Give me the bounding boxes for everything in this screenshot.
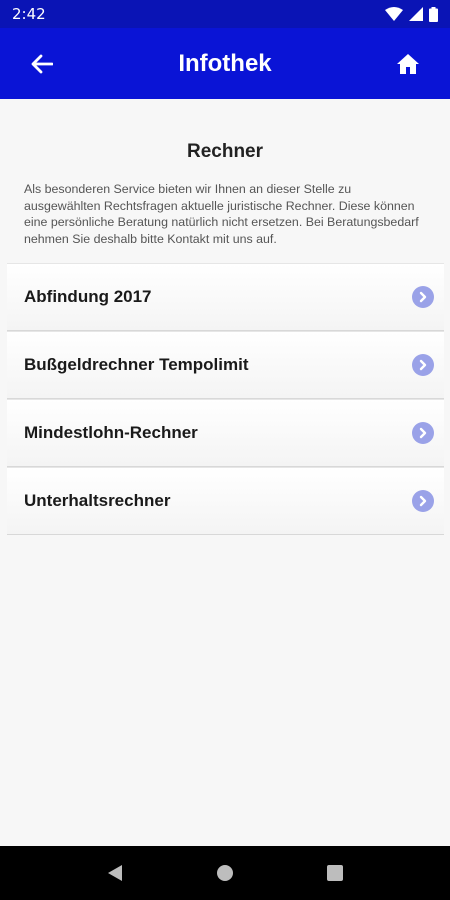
calculator-list: Abfindung 2017 Bußgeldrechner Tempolimit… <box>7 263 444 535</box>
system-nav-bar <box>0 846 450 900</box>
chevron-right-circle-icon <box>412 354 434 376</box>
back-triangle-icon[interactable] <box>106 863 124 883</box>
back-button[interactable] <box>28 50 56 78</box>
intro-text: Als besonderen Service bieten wir Ihnen … <box>24 182 419 246</box>
status-bar: 2:42 <box>0 0 450 28</box>
status-icons <box>385 6 438 22</box>
chevron-right-circle-icon <box>412 490 434 512</box>
list-item-label: Mindestlohn-Rechner <box>24 423 198 442</box>
page-title: Infothek <box>178 49 272 77</box>
list-item-bussgeld[interactable]: Bußgeldrechner Tempolimit <box>7 331 444 399</box>
list-item-label: Bußgeldrechner Tempolimit <box>24 355 249 374</box>
signal-icon <box>409 7 423 21</box>
list-item-label: Unterhaltsrechner <box>24 491 171 510</box>
status-time: 2:42 <box>12 5 46 23</box>
content-area: Rechner Als besonderen Service bieten wi… <box>0 99 450 846</box>
chevron-right-circle-icon <box>412 422 434 444</box>
list-item-mindestlohn[interactable]: Mindestlohn-Rechner <box>7 399 444 467</box>
home-button[interactable] <box>394 50 422 78</box>
list-item-abfindung[interactable]: Abfindung 2017 <box>7 263 444 331</box>
chevron-right-circle-icon <box>412 286 434 308</box>
home-circle-icon[interactable] <box>215 863 235 883</box>
recents-square-icon[interactable] <box>326 864 344 882</box>
wifi-icon <box>385 7 403 21</box>
battery-icon <box>429 6 438 22</box>
home-icon <box>397 54 419 74</box>
arrow-left-icon <box>31 54 53 74</box>
list-item-label: Abfindung 2017 <box>24 287 152 306</box>
app-bar: Infothek <box>0 28 450 99</box>
section-title: Rechner <box>186 141 264 162</box>
list-item-unterhalt[interactable]: Unterhaltsrechner <box>7 467 444 535</box>
